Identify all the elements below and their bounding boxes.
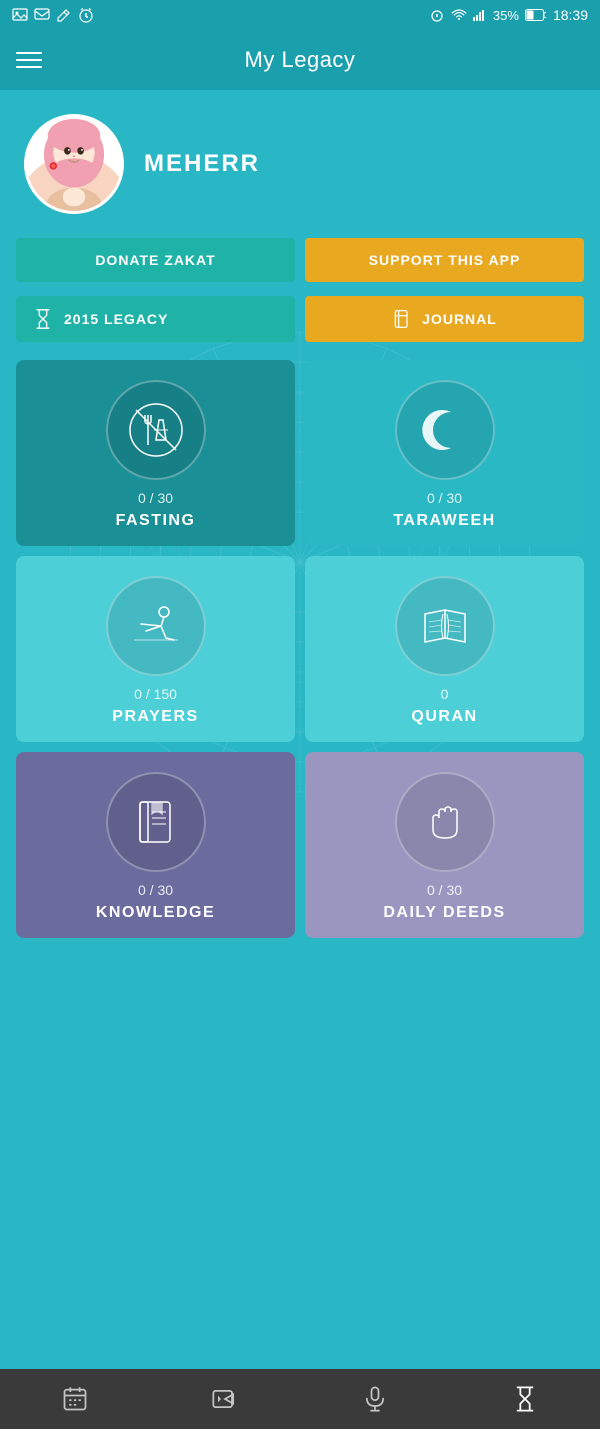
bottom-navigation bbox=[0, 1369, 600, 1429]
app-title: My Legacy bbox=[245, 47, 356, 73]
nav-microphone[interactable] bbox=[353, 1377, 397, 1421]
main-content: MEHERR DONATE ZAKAT SUPPORT THIS APP 201… bbox=[0, 90, 600, 1034]
book-icon bbox=[126, 792, 186, 852]
menu-button[interactable] bbox=[16, 52, 42, 68]
notification-icons bbox=[12, 7, 94, 23]
nav-calendar[interactable] bbox=[53, 1377, 97, 1421]
fasting-count: 0 / 30 bbox=[138, 490, 173, 506]
daily-deeds-label: DAILY DEEDS bbox=[383, 904, 505, 922]
taraweeh-icon-circle bbox=[395, 380, 495, 480]
taraweeh-card[interactable]: 0 / 30 TARAWEEH bbox=[305, 360, 584, 546]
crescent-icon bbox=[415, 400, 475, 460]
donate-zakat-button[interactable]: DONATE ZAKAT bbox=[16, 238, 295, 282]
calendar-nav-icon bbox=[61, 1385, 89, 1413]
legacy-journal-row: 2015 LEGACY JOURNAL bbox=[0, 290, 600, 354]
prayers-icon-circle bbox=[106, 576, 206, 676]
action-buttons-row: DONATE ZAKAT SUPPORT THIS APP bbox=[0, 230, 600, 290]
hourglass-nav-icon bbox=[511, 1385, 539, 1413]
signal-icon bbox=[473, 9, 487, 21]
message-icon bbox=[34, 8, 50, 22]
quran-count: 0 bbox=[441, 686, 449, 702]
fasting-icon-circle bbox=[106, 380, 206, 480]
quran-card[interactable]: 0 QURAN bbox=[305, 556, 584, 742]
legacy-button[interactable]: 2015 LEGACY bbox=[16, 296, 295, 342]
journal-label: JOURNAL bbox=[422, 311, 497, 327]
legacy-label: 2015 LEGACY bbox=[64, 311, 168, 327]
daily-deeds-card[interactable]: 0 / 30 DAILY DEEDS bbox=[305, 752, 584, 938]
profile-section: MEHERR bbox=[0, 90, 600, 230]
support-app-button[interactable]: SUPPORT THIS APP bbox=[305, 238, 584, 282]
video-nav-icon bbox=[211, 1385, 239, 1413]
microphone-nav-icon bbox=[361, 1385, 389, 1413]
time-display: 18:39 bbox=[553, 7, 588, 23]
battery-percent: 35% bbox=[493, 8, 519, 23]
prayer-icon bbox=[126, 596, 186, 656]
fasting-icon bbox=[126, 400, 186, 460]
edit-icon bbox=[56, 7, 72, 23]
battery-icon bbox=[525, 9, 547, 21]
hourglass-icon bbox=[32, 308, 54, 330]
prayers-count: 0 / 150 bbox=[134, 686, 177, 702]
prayers-card[interactable]: 0 / 150 PRAYERS bbox=[16, 556, 295, 742]
knowledge-icon-circle bbox=[106, 772, 206, 872]
app-header: My Legacy bbox=[0, 30, 600, 90]
quran-icon bbox=[415, 596, 475, 656]
hand-icon bbox=[415, 792, 475, 852]
taraweeh-count: 0 / 30 bbox=[427, 490, 462, 506]
journal-icon bbox=[392, 308, 412, 330]
quran-label: QURAN bbox=[411, 708, 477, 726]
nav-legacy[interactable] bbox=[503, 1377, 547, 1421]
journal-button[interactable]: JOURNAL bbox=[305, 296, 584, 342]
knowledge-label: KNOWLEDGE bbox=[96, 904, 215, 922]
alarm-clock-status-icon bbox=[429, 7, 445, 23]
status-bar: 35% 18:39 bbox=[0, 0, 600, 30]
wifi-icon bbox=[451, 9, 467, 21]
prayers-label: PRAYERS bbox=[112, 708, 198, 726]
daily-deeds-count: 0 / 30 bbox=[427, 882, 462, 898]
knowledge-count: 0 / 30 bbox=[138, 882, 173, 898]
quran-icon-circle bbox=[395, 576, 495, 676]
alarm-icon bbox=[78, 7, 94, 23]
username: MEHERR bbox=[144, 150, 260, 178]
taraweeh-label: TARAWEEH bbox=[393, 512, 495, 530]
fasting-label: FASTING bbox=[116, 512, 196, 530]
avatar bbox=[24, 114, 124, 214]
knowledge-card[interactable]: 0 / 30 KNOWLEDGE bbox=[16, 752, 295, 938]
daily-deeds-icon-circle bbox=[395, 772, 495, 872]
nav-video[interactable] bbox=[203, 1377, 247, 1421]
cards-grid: 0 / 30 FASTING 0 / 30 TARAWEEH bbox=[0, 354, 600, 944]
image-icon bbox=[12, 8, 28, 22]
fasting-card[interactable]: 0 / 30 FASTING bbox=[16, 360, 295, 546]
